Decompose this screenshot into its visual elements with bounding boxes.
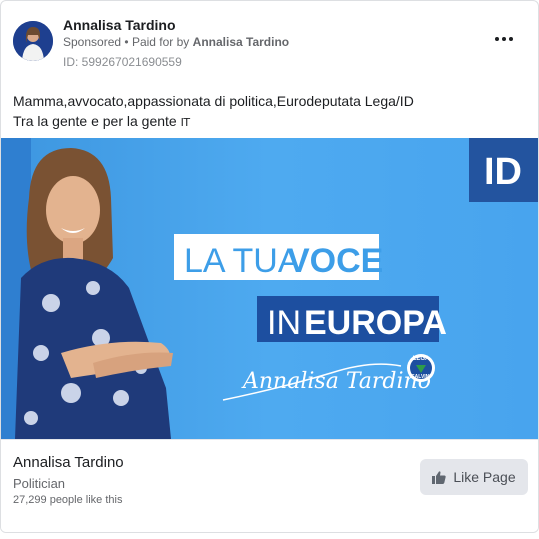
post-message: Mamma,avvocato,appassionata di politica,… [13, 91, 526, 133]
post-footer: Annalisa Tardino Politician 27,299 peopl… [1, 439, 538, 532]
thumbs-up-icon [432, 470, 447, 484]
message-line-2: Tra la gente e per la gente IT [13, 113, 190, 129]
headline-1-bold: VOCE [287, 242, 383, 280]
message-line-1: Mamma,avvocato,appassionata di politica,… [13, 93, 414, 109]
more-horizontal-icon[interactable] [492, 31, 516, 47]
separator-dot: • [124, 35, 129, 49]
headline-2-bold: EUROPA [304, 304, 447, 342]
sponsored-label: Sponsored [63, 35, 122, 49]
footer-category: Politician [13, 476, 66, 491]
paid-for-prefix: Paid for by [131, 35, 190, 49]
headline-1-light: LA TUA [184, 242, 301, 280]
paid-for-name: Annalisa Tardino [192, 35, 290, 49]
signature: Annalisa Tardino [241, 369, 431, 394]
sponsored-line: Sponsored • Paid for by Annalisa Tardino [63, 35, 289, 49]
footer-like-count: 27,299 people like this [13, 494, 123, 506]
like-page-label: Like Page [453, 469, 516, 485]
ad-id: ID: 599267021690559 [63, 55, 182, 69]
lega-badge-top: LEGA [413, 356, 430, 362]
post-header: Annalisa Tardino Sponsored • Paid for by… [13, 17, 526, 73]
ad-creative-image[interactable]: ID LA TUA VOCE IN EUROPA Annalisa Tardin… [1, 138, 538, 439]
lega-badge-bottom: SALVINI [411, 374, 431, 380]
page-name-link[interactable]: Annalisa Tardino [63, 17, 176, 33]
id-group-logo: ID [484, 151, 522, 193]
italy-flag-emoji: IT [180, 116, 190, 129]
sponsored-post-card: Annalisa Tardino Sponsored • Paid for by… [0, 0, 539, 533]
like-page-button[interactable]: Like Page [420, 459, 528, 495]
footer-page-name[interactable]: Annalisa Tardino [13, 454, 124, 471]
avatar[interactable] [13, 21, 53, 61]
headline-2-light: IN [267, 304, 301, 342]
